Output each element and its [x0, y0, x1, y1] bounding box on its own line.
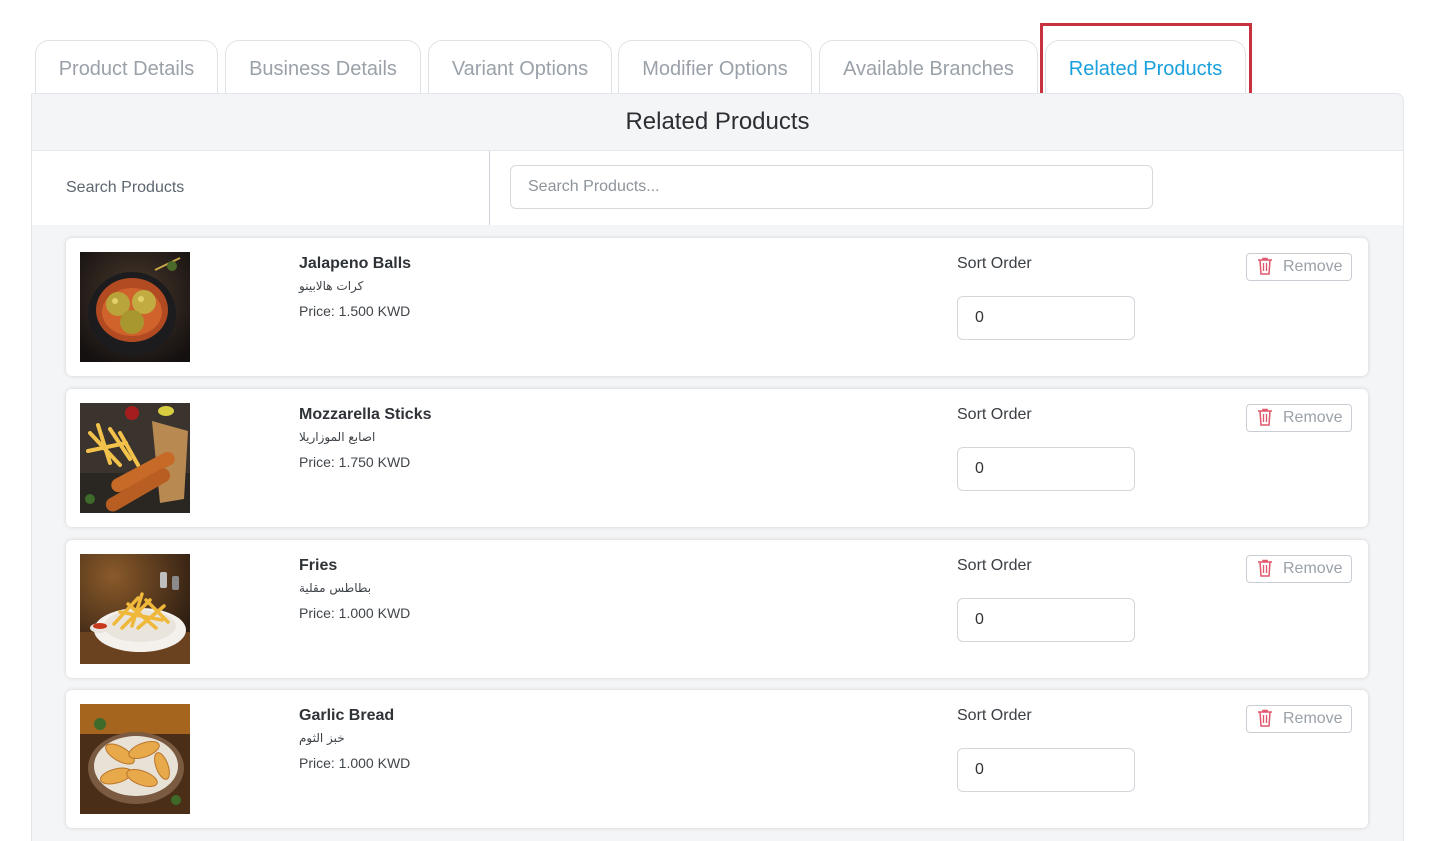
product-card: Garlic Bread خبز الثوم Price: 1.000 KWD …: [66, 690, 1368, 828]
trash-icon: [1257, 408, 1273, 435]
trash-icon: [1257, 709, 1273, 736]
panel-title: Related Products: [625, 108, 810, 135]
product-name-arabic: اصابع الموزاريلا: [299, 430, 376, 444]
product-price: Price: 1.500 KWD: [299, 303, 411, 319]
product-editor: Product Details Business Details Variant…: [0, 0, 1434, 841]
search-input[interactable]: [510, 165, 1153, 209]
search-row: Search Products: [32, 150, 1403, 225]
product-price: Price: 1.000 KWD: [299, 605, 411, 621]
remove-button[interactable]: Remove: [1246, 705, 1352, 733]
product-name: Garlic Bread: [299, 707, 395, 724]
sort-order-label: Sort Order: [957, 557, 1032, 574]
remove-label: Remove: [1283, 710, 1343, 727]
search-divider: [489, 151, 490, 225]
product-price: Price: 1.000 KWD: [299, 755, 411, 771]
tab-related-products[interactable]: Related Products: [1045, 40, 1246, 94]
product-image: [80, 554, 190, 664]
tab-product-details[interactable]: Product Details: [35, 40, 218, 94]
product-name: Jalapeno Balls: [299, 255, 412, 272]
remove-button[interactable]: Remove: [1246, 253, 1352, 281]
sort-order-input[interactable]: [957, 598, 1135, 642]
sort-order-input[interactable]: [957, 447, 1135, 491]
remove-label: Remove: [1283, 258, 1343, 275]
product-image: [80, 252, 190, 362]
tab-available-branches[interactable]: Available Branches: [819, 40, 1038, 94]
remove-label: Remove: [1283, 409, 1343, 426]
sort-order-input[interactable]: [957, 296, 1135, 340]
product-image: [80, 704, 190, 814]
sort-order-label: Sort Order: [957, 406, 1032, 423]
product-image: [80, 403, 190, 513]
trash-icon: [1257, 559, 1273, 586]
product-name-arabic: كرات هالابينو: [299, 279, 364, 293]
tab-business-details[interactable]: Business Details: [225, 40, 421, 94]
sort-order-label: Sort Order: [957, 255, 1032, 272]
product-name: Mozzarella Sticks: [299, 406, 432, 423]
product-name: Fries: [299, 557, 338, 574]
sort-order-label: Sort Order: [957, 707, 1032, 724]
product-card: Jalapeno Balls كرات هالابينو Price: 1.50…: [66, 238, 1368, 376]
trash-icon: [1257, 257, 1273, 284]
product-price: Price: 1.750 KWD: [299, 454, 411, 470]
tab-modifier-options[interactable]: Modifier Options: [618, 40, 812, 94]
product-card: Fries بطاطس مقلية Price: 1.000 KWD Sort …: [66, 540, 1368, 678]
tab-variant-options[interactable]: Variant Options: [428, 40, 612, 94]
sort-order-input[interactable]: [957, 748, 1135, 792]
remove-label: Remove: [1283, 560, 1343, 577]
product-name-arabic: بطاطس مقلية: [299, 581, 372, 595]
product-name-arabic: خبز الثوم: [299, 731, 345, 745]
remove-button[interactable]: Remove: [1246, 404, 1352, 432]
search-label: Search Products: [66, 179, 185, 196]
product-card: Mozzarella Sticks اصابع الموزاريلا Price…: [66, 389, 1368, 527]
remove-button[interactable]: Remove: [1246, 555, 1352, 583]
